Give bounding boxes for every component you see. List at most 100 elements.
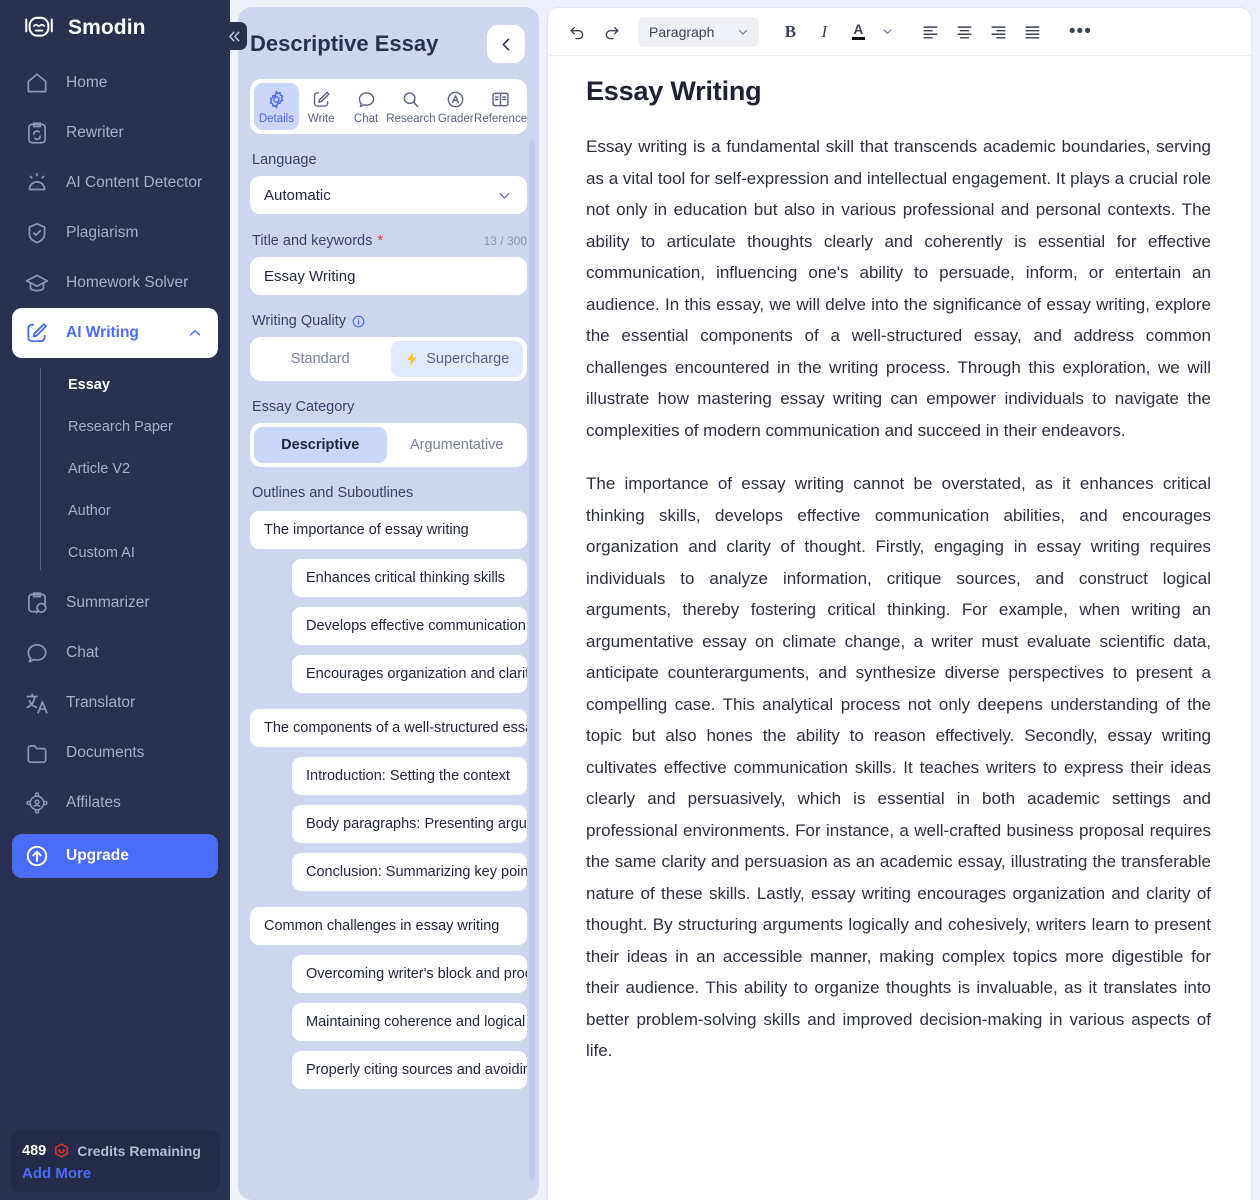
suboutline-input[interactable]: Encourages organization and clarity [292, 655, 527, 693]
sidebar-subitem-author[interactable]: Author [54, 490, 230, 532]
upgrade-label: Upgrade [66, 847, 129, 864]
more-options-button[interactable]: ••• [1065, 17, 1095, 47]
panel-back-button[interactable] [487, 25, 525, 63]
suboutline-input[interactable]: Body paragraphs: Presenting arguments [292, 805, 527, 843]
tab-research[interactable]: Research [386, 83, 436, 130]
panel-header: Descriptive Essay [238, 7, 539, 63]
credit-token-icon [55, 1143, 69, 1158]
sidebar-subitem-article-v2[interactable]: Article V2 [54, 448, 230, 490]
tab-write[interactable]: Write [299, 83, 344, 130]
block-style-select[interactable]: Paragraph [638, 16, 760, 47]
sidebar-item-ai-content-detector[interactable]: AI Content Detector [12, 158, 218, 208]
writing-quality-standard-option[interactable]: Standard [254, 341, 387, 377]
credits-label: Credits Remaining [77, 1142, 201, 1159]
editor-toolbar: Paragraph B I A ••• [548, 8, 1251, 56]
bold-button[interactable]: B [775, 17, 805, 47]
sidebar-item-translator[interactable]: Translator [12, 678, 218, 728]
sidebar-subitem-research-paper[interactable]: Research Paper [54, 406, 230, 448]
align-justify-button[interactable] [1017, 17, 1047, 47]
redo-button[interactable] [596, 17, 626, 47]
outline-input[interactable]: Common challenges in essay writing [250, 907, 527, 945]
text-color-letter: A [853, 21, 864, 37]
sidebar-item-homework-solver[interactable]: Homework Solver [12, 258, 218, 308]
outline-row: Maintaining coherence and logical flow [250, 1003, 527, 1041]
document-editor[interactable]: Essay Writing Essay writing is a fundame… [548, 56, 1251, 1200]
sidebar-item-chat[interactable]: Chat [12, 628, 218, 678]
suboutline-input[interactable]: Properly citing sources and avoiding pla… [292, 1051, 527, 1089]
sidebar-subitem-essay[interactable]: Essay [54, 364, 230, 406]
lightning-bolt-icon [407, 352, 417, 366]
sidebar-item-label: AI Writing [66, 324, 139, 341]
sidebar-item-rewriter[interactable]: Rewriter [12, 108, 218, 158]
search-icon [404, 92, 419, 108]
essay-category-argumentative-option[interactable]: Argumentative [391, 427, 524, 463]
chevron-up-icon[interactable] [186, 324, 204, 342]
suboutline-input[interactable]: Develops effective communication [292, 607, 527, 645]
align-center-button[interactable] [949, 17, 979, 47]
tab-chat[interactable]: Chat [344, 83, 389, 130]
sidebar-item-summarizer[interactable]: Summarizer [12, 578, 218, 628]
sidebar-subnav: Essay Research Paper Article V2 Author C… [40, 364, 230, 574]
essay-category-descriptive-option[interactable]: Descriptive [254, 427, 387, 463]
chat-bubble-icon [27, 644, 47, 663]
align-left-button[interactable] [915, 17, 945, 47]
sidebar-subitem-custom-ai[interactable]: Custom AI [54, 532, 230, 574]
sidebar-subitem-label: Custom AI [68, 545, 135, 561]
align-right-icon [991, 26, 1006, 39]
undo-button[interactable] [562, 17, 592, 47]
home-icon [27, 73, 47, 93]
tab-details[interactable]: Details [254, 83, 299, 130]
outline-row: Overcoming writer's block and procrastin… [250, 955, 527, 993]
outline-row: Enhances critical thinking skills [250, 559, 527, 597]
text-color-dropdown-button[interactable] [877, 17, 897, 47]
suboutline-input[interactable]: Maintaining coherence and logical flow [292, 1003, 527, 1041]
rewrite-clipboard-icon [28, 122, 46, 144]
panel-scrollbar-thumb[interactable] [529, 140, 535, 1180]
title-keywords-input[interactable]: Essay Writing [250, 257, 527, 295]
suboutline-input[interactable]: Overcoming writer's block and procrastin… [292, 955, 527, 993]
folder-icon [27, 745, 47, 764]
language-select[interactable]: Automatic [250, 176, 527, 214]
suboutline-input[interactable]: Enhances critical thinking skills [292, 559, 527, 597]
outline-input[interactable]: The components of a well-structured essa… [250, 709, 527, 747]
suboutline-input[interactable]: Introduction: Setting the context [292, 757, 527, 795]
sidebar-item-affilates[interactable]: Affilates [12, 778, 218, 828]
outline-row: Common challenges in essay writing [250, 907, 527, 945]
outline-input[interactable]: The importance of essay writing [250, 511, 527, 549]
sidebar-item-plagiarism[interactable]: Plagiarism [12, 208, 218, 258]
block-style-value: Paragraph [649, 23, 715, 40]
upgrade-arrow-icon [26, 845, 48, 867]
sidebar-item-label: Chat [66, 644, 99, 661]
options-panel-wrapper: Descriptive Essay Details Write Chat Res… [230, 0, 547, 1200]
panel-title: Descriptive Essay [250, 31, 439, 56]
document-paragraph: Essay writing is a fundamental skill tha… [586, 137, 1211, 440]
sidebar-item-home[interactable]: Home [12, 58, 218, 108]
character-counter: 13 / 300 [483, 233, 527, 248]
sidebar-item-documents[interactable]: Documents [12, 728, 218, 778]
sidebar-item-ai-writing[interactable]: AI Writing [12, 308, 218, 358]
info-icon[interactable] [351, 314, 366, 329]
alarm-icon [28, 172, 46, 191]
writing-quality-supercharge-option[interactable]: Supercharge [390, 341, 523, 377]
suboutline-input[interactable]: Conclusion: Summarizing key points [292, 853, 527, 891]
title-keywords-value: Essay Writing [264, 267, 356, 285]
translate-icon [26, 693, 48, 714]
align-right-button[interactable] [983, 17, 1013, 47]
options-panel: Descriptive Essay Details Write Chat Res… [238, 7, 539, 1200]
outline-row: Develops effective communication [250, 607, 527, 645]
sidebar-collapse-button[interactable] [221, 22, 247, 50]
title-field-label: Title and keywords * 13 / 300 [252, 232, 527, 249]
italic-button[interactable]: I [809, 17, 839, 47]
chevron-left-icon [502, 38, 509, 50]
essay-category-segmented: Descriptive Argumentative [250, 423, 527, 467]
document-title: Essay Writing [586, 76, 762, 106]
tab-grader[interactable]: Grader [433, 83, 478, 130]
ellipsis-icon: ••• [1068, 21, 1092, 42]
summarize-clipboard-icon [28, 592, 47, 614]
tab-reference[interactable]: Reference [474, 83, 527, 130]
upgrade-button[interactable]: Upgrade [12, 834, 218, 878]
option-label: Supercharge [426, 351, 510, 367]
text-color-button[interactable]: A [843, 17, 873, 47]
add-more-credits-link[interactable]: Add More [22, 1165, 208, 1182]
align-justify-icon [1025, 26, 1040, 39]
